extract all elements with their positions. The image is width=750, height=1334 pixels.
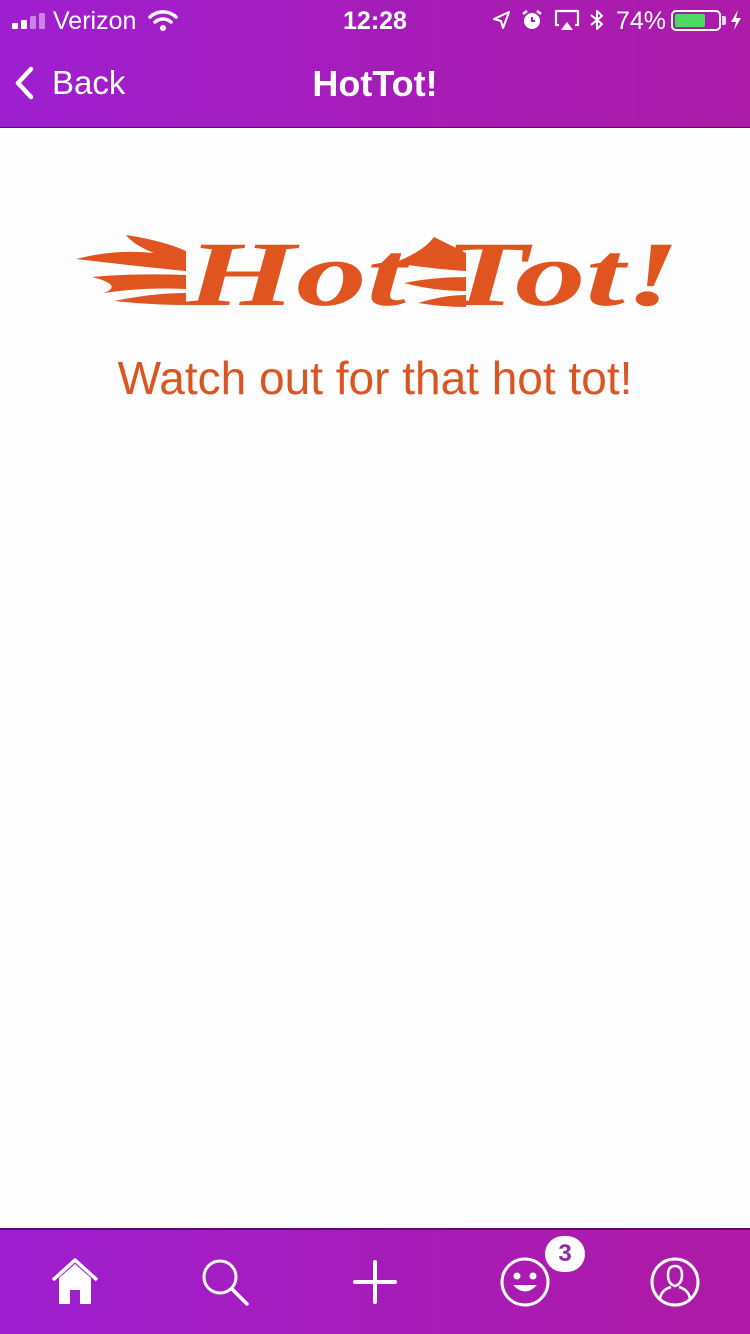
main-content: Hot Tot! Watch out for that hot tot! (0, 129, 750, 1228)
tagline: Watch out for that hot tot! (117, 352, 633, 404)
tab-profile[interactable] (600, 1230, 750, 1334)
battery-level (675, 14, 706, 27)
alarm-clock-icon (522, 10, 542, 29)
notification-badge: 3 (545, 1236, 585, 1272)
airplay-icon (554, 9, 580, 30)
search-icon (202, 1259, 249, 1306)
location-arrow-icon (493, 11, 510, 29)
tab-home[interactable] (0, 1230, 150, 1334)
tab-search[interactable] (150, 1230, 300, 1334)
top-bar: Verizon 12:28 74% Back HotTot! (0, 0, 750, 128)
svg-text:Hot Tot!: Hot Tot! (184, 227, 680, 317)
smiley-icon (500, 1257, 550, 1307)
bluetooth-icon (590, 10, 603, 30)
charging-bolt-icon (731, 10, 741, 30)
battery-tip (722, 16, 726, 25)
tab-bar: 3 (0, 1228, 750, 1334)
battery-icon (671, 10, 721, 31)
plus-icon (353, 1260, 397, 1304)
hottot-logo: Hot Tot! (76, 227, 680, 317)
profile-icon (650, 1257, 700, 1307)
status-bar: Verizon 12:28 74% (0, 0, 750, 40)
home-icon (51, 1258, 99, 1304)
battery-percent: 74% (616, 7, 667, 35)
page-title: HotTot! (312, 63, 438, 104)
navigation-bar: Back HotTot! (0, 40, 750, 128)
tab-add[interactable] (300, 1230, 450, 1334)
